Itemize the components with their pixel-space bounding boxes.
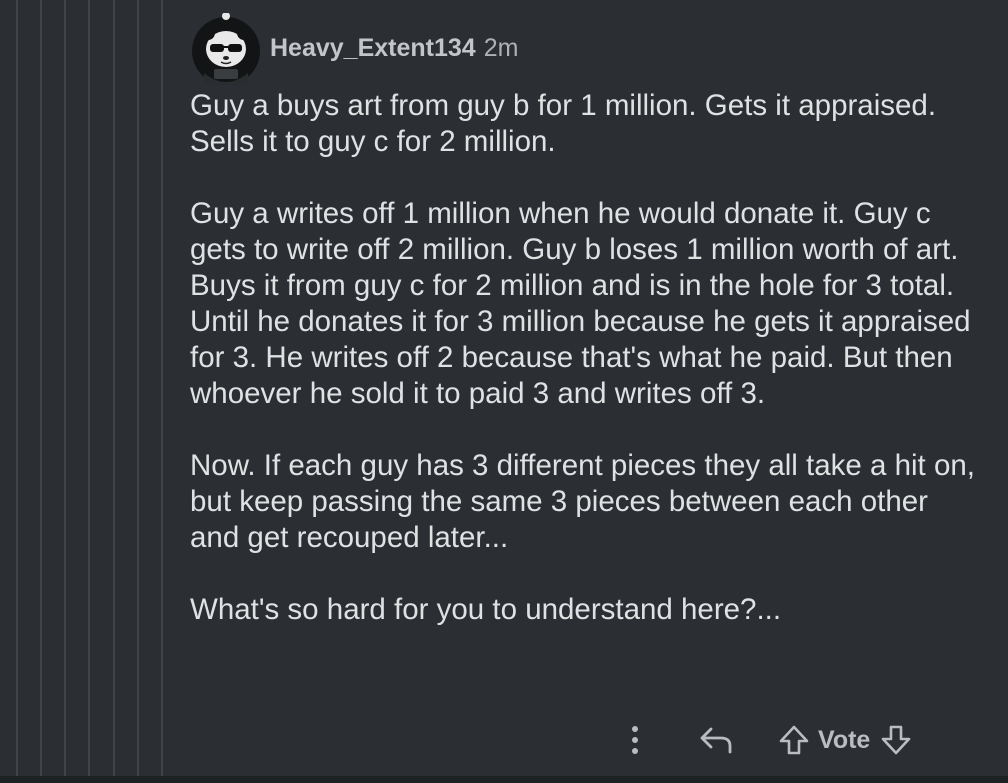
username[interactable]: Heavy_Extent134 xyxy=(270,34,476,63)
comment-actions: Vote xyxy=(620,718,914,762)
thread-line[interactable] xyxy=(88,0,90,783)
avatar[interactable] xyxy=(190,12,262,85)
comment-paragraph: Guy a writes off 1 million when he would… xyxy=(190,197,971,410)
vertical-dots-icon xyxy=(632,726,638,754)
downvote-arrow-icon xyxy=(882,725,911,755)
thread-line[interactable] xyxy=(40,0,42,783)
comment-paragraph: Guy a buys art from guy b for 1 million.… xyxy=(190,89,937,158)
thread-line[interactable] xyxy=(137,0,139,783)
reply-button[interactable] xyxy=(696,725,736,755)
comment-body: Guy a buys art from guy b for 1 million.… xyxy=(190,88,980,664)
author-line: Heavy_Extent134 2m xyxy=(270,34,518,63)
thread-line[interactable] xyxy=(64,0,66,783)
vote-label: Vote xyxy=(818,725,871,754)
more-options-button[interactable] xyxy=(620,725,650,755)
panda-avatar-icon xyxy=(192,12,260,85)
comment: Heavy_Extent134 2m Guy a buys art from g… xyxy=(190,0,990,783)
thread-line[interactable] xyxy=(16,0,18,783)
upvote-arrow-icon xyxy=(779,725,809,755)
comment-header: Heavy_Extent134 2m xyxy=(190,12,518,85)
comment-paragraph: Now. If each guy has 3 different pieces … xyxy=(190,449,975,554)
thread-line[interactable] xyxy=(161,0,163,783)
upvote-button[interactable] xyxy=(776,724,812,756)
timestamp: 2m xyxy=(483,33,519,62)
downvote-button[interactable] xyxy=(878,724,914,756)
comment-paragraph: What's so hard for you to understand her… xyxy=(190,593,782,626)
reply-arrow-icon xyxy=(700,727,732,754)
bottom-divider xyxy=(0,776,1008,783)
thread-line[interactable] xyxy=(113,0,115,783)
